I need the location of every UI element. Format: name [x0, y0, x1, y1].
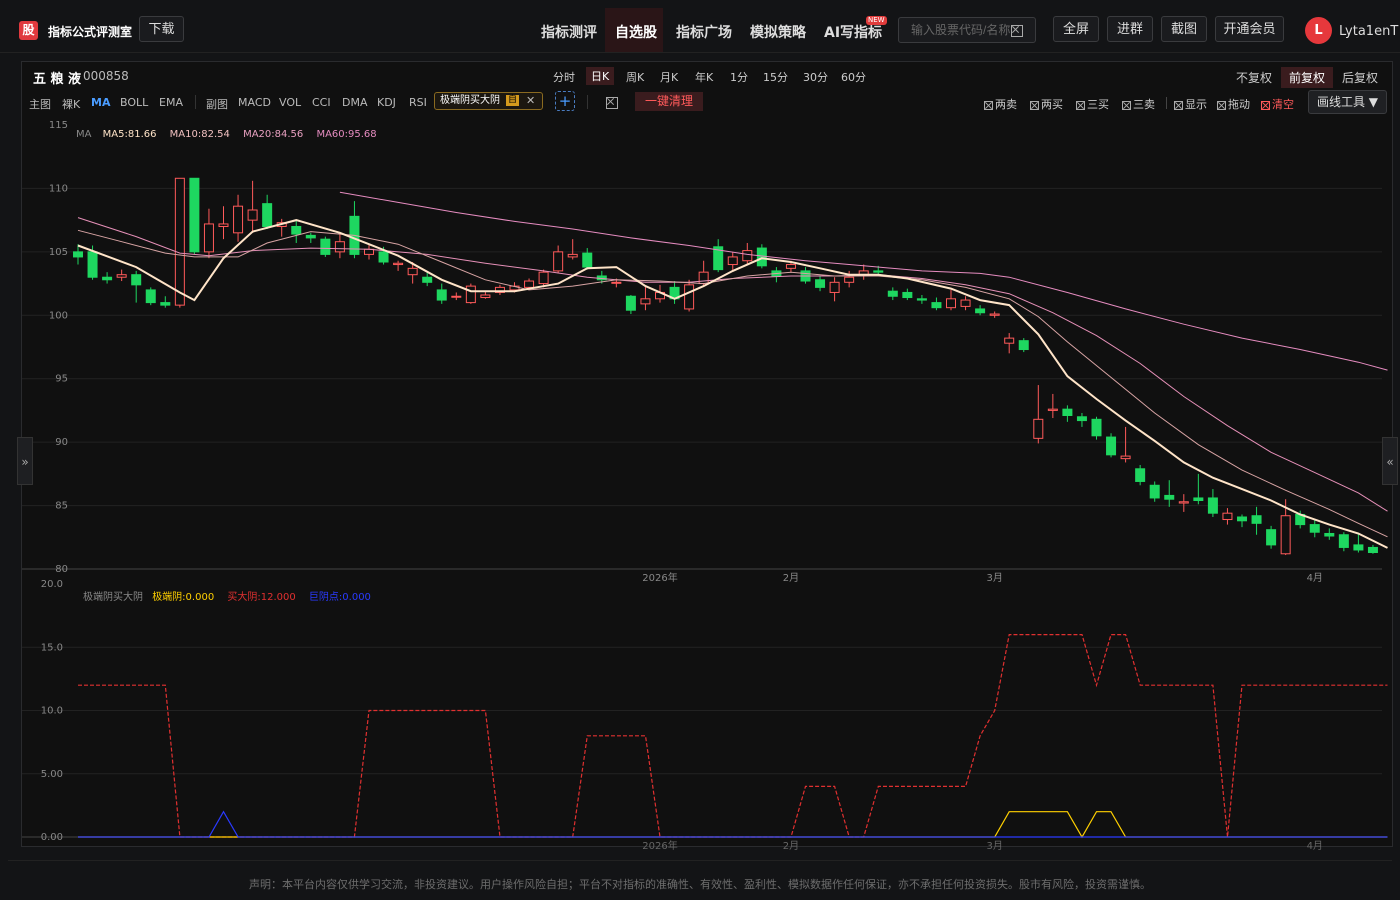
ma-legend: MA MA5:81.66 MA10:82.54 MA20:84.56 MA60:…: [76, 129, 377, 140]
toolbar-separator: [587, 95, 588, 109]
left-collapse-tab[interactable]: »: [17, 437, 33, 485]
ma5-value: MA5:81.66: [102, 129, 157, 140]
adjust-backward[interactable]: 后复权: [1342, 69, 1378, 86]
user-name[interactable]: Lyta1enT: [1339, 24, 1398, 39]
checkbox-icon: [1217, 100, 1226, 110]
chart-panel: [21, 61, 1393, 847]
tool-two-sell[interactable]: 两卖: [984, 96, 1017, 112]
nav-tab-indicator-review[interactable]: 指标测评: [541, 22, 597, 42]
tools-separator: [1166, 97, 1167, 109]
tool-label: 三卖: [1133, 98, 1155, 111]
sub-indicator-rsi[interactable]: RSI: [409, 96, 427, 109]
checkbox-icon: [1076, 100, 1085, 110]
stock-search-input[interactable]: [909, 22, 1013, 38]
add-indicator-button[interactable]: +: [555, 91, 575, 111]
period-monthly[interactable]: 月K: [660, 69, 678, 85]
stock-name: 五 粮 液: [33, 72, 82, 87]
user-avatar[interactable]: L: [1305, 17, 1332, 44]
app-title: 指标公式评测室: [48, 25, 133, 39]
tool-clear[interactable]: 清空: [1261, 96, 1294, 112]
nav-tab-sim-strategy[interactable]: 模拟策略: [750, 22, 806, 42]
tool-show[interactable]: 显示: [1174, 96, 1207, 112]
main-indicator-ma[interactable]: MA: [91, 96, 110, 109]
period-yearly[interactable]: 年K: [695, 69, 713, 85]
tool-label: 两买: [1041, 98, 1063, 111]
sub-legend-buy: 买大阴:12.000: [227, 592, 296, 603]
sub-indicator-cci[interactable]: CCI: [312, 96, 331, 109]
sub-indicator-kdj[interactable]: KDJ: [377, 96, 396, 109]
custom-indicator-label: 极端阴买大阴: [440, 95, 500, 106]
period-1min[interactable]: 1分: [730, 69, 748, 85]
join-group-button[interactable]: 进群: [1107, 16, 1153, 42]
fullscreen-button[interactable]: 全屏: [1053, 16, 1099, 42]
sub-legend-name: 极端阴买大阴: [83, 592, 143, 603]
footer-divider: [8, 860, 1392, 861]
checkbox-icon[interactable]: [606, 97, 618, 109]
clear-all-button[interactable]: 一键清理: [635, 92, 703, 111]
tool-three-buy[interactable]: 三买: [1076, 96, 1109, 112]
tool-label: 显示: [1185, 98, 1207, 111]
disclaimer-text: 声明：本平台内容仅供学习交流，非投资建议。用户操作风险自担；平台不对指标的准确性…: [249, 878, 1151, 891]
period-15min[interactable]: 15分: [763, 69, 788, 85]
membership-button[interactable]: 开通会员: [1215, 16, 1284, 42]
sub-indicator-label: 副图: [206, 98, 228, 111]
checkbox-icon: [1174, 100, 1183, 110]
period-intraday[interactable]: 分时: [553, 69, 575, 85]
right-collapse-tab[interactable]: «: [1382, 437, 1398, 485]
main-indicator-label: 主图: [29, 98, 51, 111]
period-weekly[interactable]: 周K: [626, 69, 644, 85]
nav-tab-ai-indicator[interactable]: AI写指标: [824, 22, 882, 42]
ma10-value: MA10:82.54: [169, 129, 230, 140]
tool-three-sell[interactable]: 三卖: [1122, 96, 1155, 112]
main-indicator-naked-k[interactable]: 裸K: [62, 96, 80, 112]
stock-code: 000858: [83, 69, 129, 83]
checkbox-icon: [1122, 100, 1131, 110]
tool-two-buy[interactable]: 两买: [1030, 96, 1063, 112]
checkbox-icon: [984, 100, 993, 110]
sub-legend-big: 巨阴点:0.000: [308, 592, 371, 603]
sub-indicator-macd[interactable]: MACD: [238, 96, 271, 109]
sub-indicator-dma[interactable]: DMA: [342, 96, 368, 109]
checkbox-icon: [1261, 100, 1270, 110]
close-icon[interactable]: ✕: [526, 93, 535, 109]
main-indicator-ema[interactable]: EMA: [159, 96, 183, 109]
nav-tab-watchlist[interactable]: 自选股: [615, 22, 657, 42]
nav-tab-indicator-square[interactable]: 指标广场: [676, 22, 732, 42]
period-30min[interactable]: 30分: [803, 69, 828, 85]
tool-label: 拖动: [1228, 98, 1250, 111]
tool-label: 两卖: [995, 98, 1017, 111]
sub-legend-extreme: 极端阴:0.000: [152, 592, 215, 603]
sub-indicator-vol[interactable]: VOL: [279, 96, 301, 109]
screenshot-button[interactable]: 截图: [1161, 16, 1207, 42]
period-daily[interactable]: 日K: [586, 67, 615, 85]
main-indicator-boll[interactable]: BOLL: [120, 96, 148, 109]
ma20-value: MA20:84.56: [243, 129, 304, 140]
sub-legend: 极端阴买大阴 极端阴:0.000 买大阴:12.000 巨阴点:0.000: [83, 588, 371, 603]
checkbox-icon: [1030, 100, 1039, 110]
app-logo: 股: [19, 21, 38, 40]
tool-drag[interactable]: 拖动: [1217, 96, 1250, 112]
indicator-separator: [195, 95, 196, 109]
download-button[interactable]: 下载: [139, 16, 184, 42]
stock-search-box: [898, 17, 1036, 43]
ma-legend-label: MA: [76, 129, 92, 140]
custom-indicator-chip[interactable]: 极端阴买大阴 自 ✕: [434, 92, 543, 110]
ma60-value: MA60:95.68: [316, 129, 377, 140]
tool-label: 三买: [1087, 98, 1109, 111]
draw-tools-dropdown[interactable]: 画线工具 ▼: [1308, 90, 1387, 114]
period-60min[interactable]: 60分: [841, 69, 866, 85]
tool-label: 清空: [1272, 98, 1294, 111]
adjust-forward[interactable]: 前复权: [1281, 67, 1334, 88]
search-clear-icon[interactable]: [1011, 25, 1023, 37]
custom-indicator-tag: 自: [506, 95, 520, 106]
adjust-none[interactable]: 不复权: [1236, 69, 1272, 86]
new-badge: NEW: [866, 16, 887, 25]
